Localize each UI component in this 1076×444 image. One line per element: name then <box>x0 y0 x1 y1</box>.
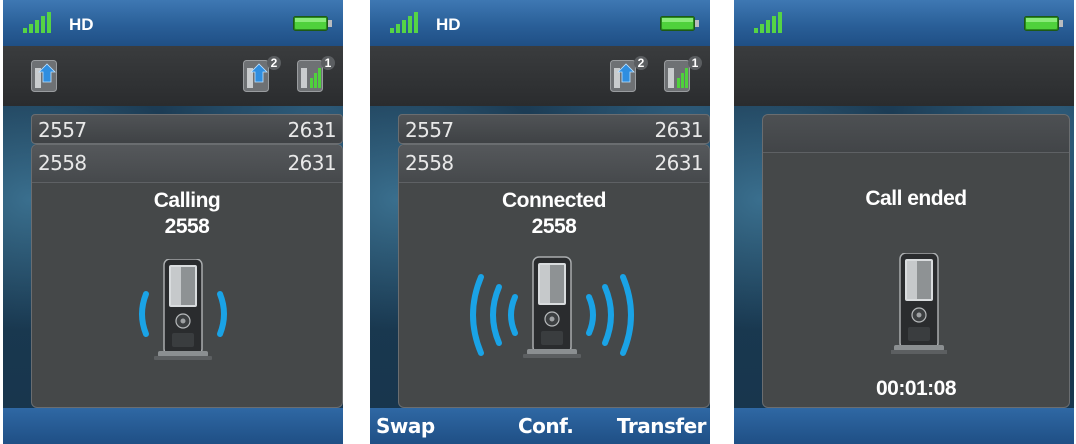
softkey-bar <box>734 408 1074 444</box>
call-number: 2558 <box>405 151 454 175</box>
hd-label: HD <box>436 15 461 34</box>
panel-header <box>763 115 1069 153</box>
handset-connected-icon <box>470 256 634 359</box>
call-number: 2558 <box>38 151 87 175</box>
status-bar: HD <box>370 0 710 46</box>
active-call-panel: 2558 2631 Calling 2558 <box>31 144 343 408</box>
line-action-bar <box>734 46 1074 106</box>
call-row[interactable]: 2558 2631 <box>32 145 342 183</box>
call-line: 2631 <box>654 151 704 175</box>
call-line: 2631 <box>654 118 704 142</box>
battery-full-icon <box>293 16 333 31</box>
handset-ringing-icon <box>139 259 227 361</box>
call-status: Connected <box>501 189 607 212</box>
call-row[interactable]: 2557 2631 <box>398 114 710 144</box>
call-number: 2557 <box>405 118 454 142</box>
handset-icon <box>891 253 947 355</box>
signal-strength-icon <box>754 12 782 33</box>
call-ended-panel: Call ended 00:01:08 <box>762 114 1070 408</box>
call-number-large: 2558 <box>164 215 210 238</box>
line-badge: 2 <box>634 56 648 70</box>
call-row[interactable]: 2557 2631 <box>31 114 343 144</box>
line-signal-icon[interactable] <box>664 60 690 92</box>
hd-label: HD <box>69 15 94 34</box>
call-list: 2557 2631 <box>31 114 343 144</box>
handset-screen-connected: HD 2 1 2557 2631 2558 2631 Connected 255… <box>370 0 710 444</box>
call-status: Call ended <box>865 187 967 210</box>
call-number: 2557 <box>38 118 87 142</box>
line-arrow-icon[interactable] <box>243 60 269 92</box>
swap-softkey[interactable]: Swap <box>376 414 435 438</box>
line-arrow-icon[interactable] <box>610 60 636 92</box>
transfer-softkey[interactable]: Transfer <box>617 414 707 438</box>
line-badge: 2 <box>267 56 281 70</box>
call-line: 2631 <box>287 151 337 175</box>
softkey-bar <box>3 408 343 444</box>
call-number-large: 2558 <box>531 215 577 238</box>
call-status: Calling <box>153 189 221 212</box>
active-call-panel: 2558 2631 Connected 2558 <box>398 144 710 408</box>
line-arrow-icon[interactable] <box>31 60 57 92</box>
status-bar: HD <box>3 0 343 46</box>
handset-screen-call-ended: Call ended 00:01:08 <box>734 0 1074 444</box>
call-duration: 00:01:08 <box>875 377 957 400</box>
handset-screen-calling: HD 2 1 2557 2631 2558 2631 Calling 2558 <box>3 0 343 444</box>
line-action-bar: 2 1 <box>370 46 710 106</box>
signal-strength-icon <box>23 12 51 33</box>
signal-strength-icon <box>390 12 418 33</box>
status-bar <box>734 0 1074 46</box>
line-action-bar: 2 1 <box>3 46 343 106</box>
line-badge: 1 <box>688 56 702 70</box>
battery-full-icon <box>1024 16 1064 31</box>
conference-softkey[interactable]: Conf. <box>518 414 574 438</box>
call-line: 2631 <box>287 118 337 142</box>
call-list: 2557 2631 <box>398 114 710 144</box>
line-signal-icon[interactable] <box>297 60 323 92</box>
call-row[interactable]: 2558 2631 <box>399 145 709 183</box>
battery-full-icon <box>660 16 700 31</box>
softkey-bar: Swap Conf. Transfer <box>370 408 710 444</box>
line-badge: 1 <box>321 56 335 70</box>
